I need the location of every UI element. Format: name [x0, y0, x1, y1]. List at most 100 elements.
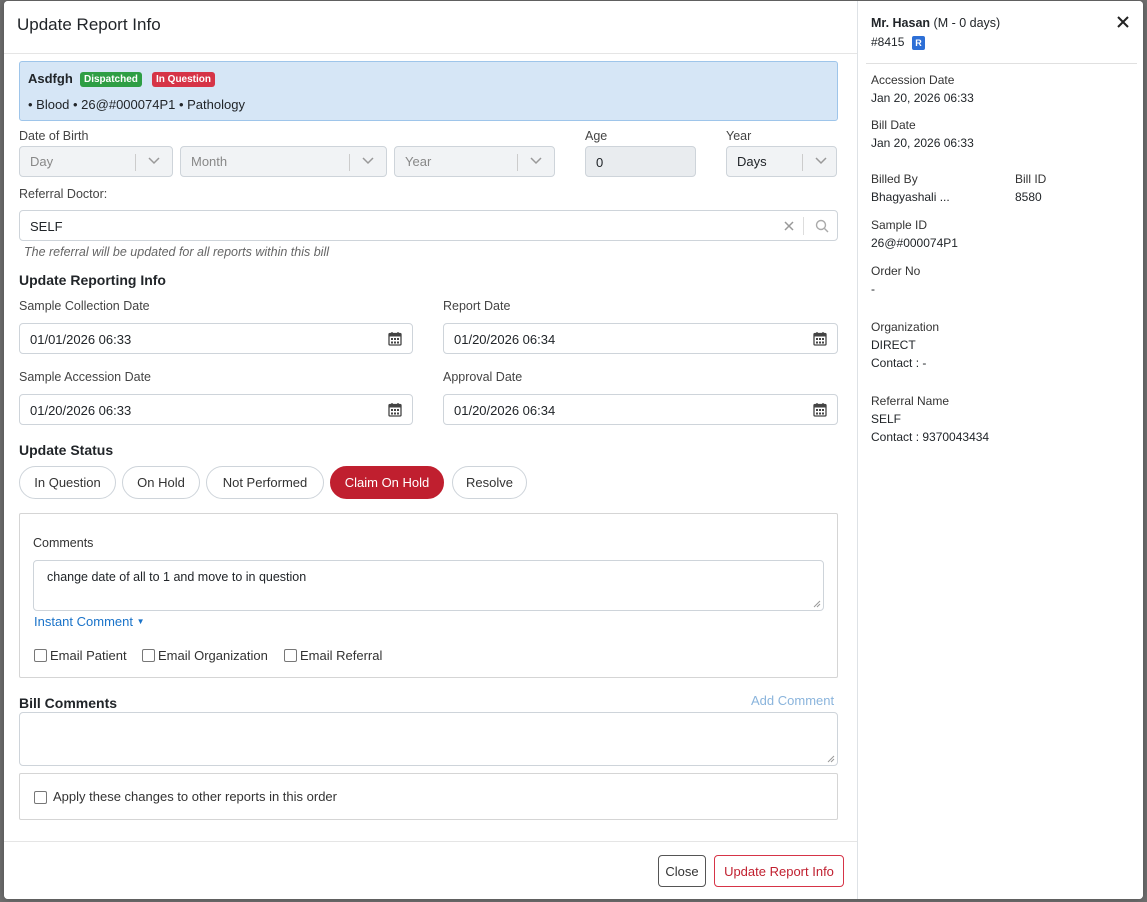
- referral-value: SELF: [30, 219, 63, 234]
- report-name: Asdfgh: [28, 71, 73, 86]
- patient-meta: (M - 0 days): [933, 16, 1001, 30]
- comments-textarea[interactable]: change date of all to 1 and move to in q…: [33, 560, 824, 611]
- order-no-label: Order No: [871, 264, 921, 278]
- update-report-button[interactable]: Update Report Info: [714, 855, 844, 887]
- referral-contact: Contact : 9370043434: [871, 430, 990, 444]
- sample-collection-value: 01/01/2026 06:33: [30, 332, 132, 347]
- bill-id-label: Bill ID: [1015, 172, 1047, 186]
- dob-day-placeholder: Day: [30, 154, 54, 169]
- order-no-value: -: [871, 282, 875, 296]
- select-separator: [802, 154, 803, 171]
- referral-name-label: Referral Name: [871, 394, 950, 408]
- select-separator: [349, 154, 350, 171]
- billed-by-label: Billed By: [871, 172, 918, 186]
- patient-tag-badge: R: [912, 36, 925, 50]
- modal-footer: Close Update Report Info: [4, 841, 857, 899]
- calendar-icon[interactable]: [388, 402, 402, 417]
- status-option-claim-on-hold[interactable]: Claim On Hold: [330, 466, 444, 499]
- resize-handle-icon[interactable]: [813, 600, 821, 608]
- caret-down-icon: ▼: [136, 617, 145, 626]
- patient-side-panel: Mr. Hasan (M - 0 days) #8415 R Accession…: [857, 1, 1143, 899]
- chevron-down-icon: [148, 157, 160, 165]
- apply-all-label: Apply these changes to other reports in …: [53, 789, 337, 804]
- search-icon[interactable]: [815, 219, 829, 233]
- side-divider: [866, 63, 1137, 64]
- calendar-icon[interactable]: [388, 331, 402, 346]
- age-value: 0: [596, 155, 604, 170]
- sample-accession-label: Sample Accession Date: [19, 370, 152, 384]
- bill-comments-textarea[interactable]: [19, 712, 838, 766]
- report-info-box: Asdfgh Dispatched In Question • Blood • …: [19, 61, 838, 121]
- email-organization-checkbox[interactable]: [142, 649, 155, 662]
- organization-label: Organization: [871, 320, 940, 334]
- instant-comment-label: Instant Comment: [34, 614, 133, 629]
- referral-hint: The referral will be updated for all rep…: [24, 245, 329, 259]
- chevron-down-icon: [815, 157, 827, 165]
- close-button[interactable]: Close: [658, 855, 706, 887]
- status-badge-dispatched: Dispatched: [80, 72, 142, 87]
- dob-month-placeholder: Month: [191, 154, 228, 169]
- instant-comment-dropdown[interactable]: Instant Comment ▼: [34, 614, 145, 629]
- referral-label: Referral Doctor:: [19, 187, 108, 201]
- select-separator: [517, 154, 518, 171]
- approval-date-label: Approval Date: [443, 370, 523, 384]
- calendar-icon[interactable]: [813, 331, 827, 346]
- approval-date-input[interactable]: 01/20/2026 06:34: [443, 394, 838, 425]
- clear-icon[interactable]: [783, 220, 795, 232]
- dob-month-select[interactable]: Month: [180, 146, 387, 177]
- chevron-down-icon: [530, 157, 542, 165]
- report-date-value: 01/20/2026 06:34: [454, 332, 556, 347]
- email-organization-label: Email Organization: [158, 648, 268, 663]
- add-comment-link[interactable]: Add Comment: [751, 693, 834, 708]
- calendar-icon[interactable]: [813, 402, 827, 417]
- dob-label: Date of Birth: [19, 129, 89, 143]
- dob-year-placeholder: Year: [405, 154, 432, 169]
- patient-header: Mr. Hasan (M - 0 days): [871, 16, 1000, 30]
- status-option-resolve[interactable]: Resolve: [452, 466, 527, 499]
- email-referral-checkbox[interactable]: [284, 649, 297, 662]
- accession-date-label: Accession Date: [871, 73, 955, 87]
- sample-collection-input[interactable]: 01/01/2026 06:33: [19, 323, 413, 354]
- referral-name-value: SELF: [871, 412, 902, 426]
- status-section-title: Update Status: [19, 442, 114, 458]
- age-unit-value: Days: [737, 154, 767, 169]
- apply-all-panel: Apply these changes to other reports in …: [19, 773, 838, 820]
- modal-header: Update Report Info: [4, 1, 857, 54]
- age-label: Age: [585, 129, 608, 143]
- status-option-not-performed[interactable]: Not Performed: [206, 466, 324, 499]
- modal-title: Update Report Info: [17, 15, 161, 34]
- age-unit-select[interactable]: Days: [726, 146, 837, 177]
- organization-value: DIRECT: [871, 338, 916, 352]
- billed-by-value: Bhagyashali ...: [871, 190, 950, 204]
- report-date-input[interactable]: 01/20/2026 06:34: [443, 323, 838, 354]
- resize-handle-icon[interactable]: [827, 755, 835, 763]
- bill-date-value: Jan 20, 2026 06:33: [871, 136, 974, 150]
- email-patient-checkbox[interactable]: [34, 649, 47, 662]
- update-report-modal: Update Report Info Asdfgh Dispatched In …: [4, 1, 1143, 899]
- dob-year-select[interactable]: Year: [394, 146, 555, 177]
- comments-panel: Comments change date of all to 1 and mov…: [19, 513, 838, 678]
- dob-day-select[interactable]: Day: [19, 146, 173, 177]
- select-separator: [135, 154, 136, 171]
- comments-value: change date of all to 1 and move to in q…: [47, 570, 307, 584]
- sample-accession-input[interactable]: 01/20/2026 06:33: [19, 394, 413, 425]
- email-patient-label: Email Patient: [50, 648, 127, 663]
- sample-collection-label: Sample Collection Date: [19, 299, 150, 313]
- patient-name: Mr. Hasan: [871, 16, 931, 30]
- close-icon[interactable]: [1117, 16, 1129, 28]
- status-option-in-question[interactable]: In Question: [19, 466, 116, 499]
- modal-main: Update Report Info Asdfgh Dispatched In …: [4, 1, 857, 899]
- age-unit-label: Year: [726, 129, 752, 143]
- approval-date-value: 01/20/2026 06:34: [454, 403, 556, 418]
- bill-id-value: 8580: [1015, 190, 1042, 204]
- apply-all-checkbox[interactable]: [34, 791, 47, 804]
- accession-date-value: Jan 20, 2026 06:33: [871, 91, 974, 105]
- referral-input[interactable]: SELF: [19, 210, 838, 241]
- age-input[interactable]: 0: [585, 146, 696, 177]
- sample-id-label: Sample ID: [871, 218, 928, 232]
- status-option-on-hold[interactable]: On Hold: [122, 466, 200, 499]
- comments-label: Comments: [33, 536, 94, 550]
- reporting-section-title: Update Reporting Info: [19, 272, 166, 288]
- bill-comments-title: Bill Comments: [19, 695, 118, 711]
- sample-accession-value: 01/20/2026 06:33: [30, 403, 132, 418]
